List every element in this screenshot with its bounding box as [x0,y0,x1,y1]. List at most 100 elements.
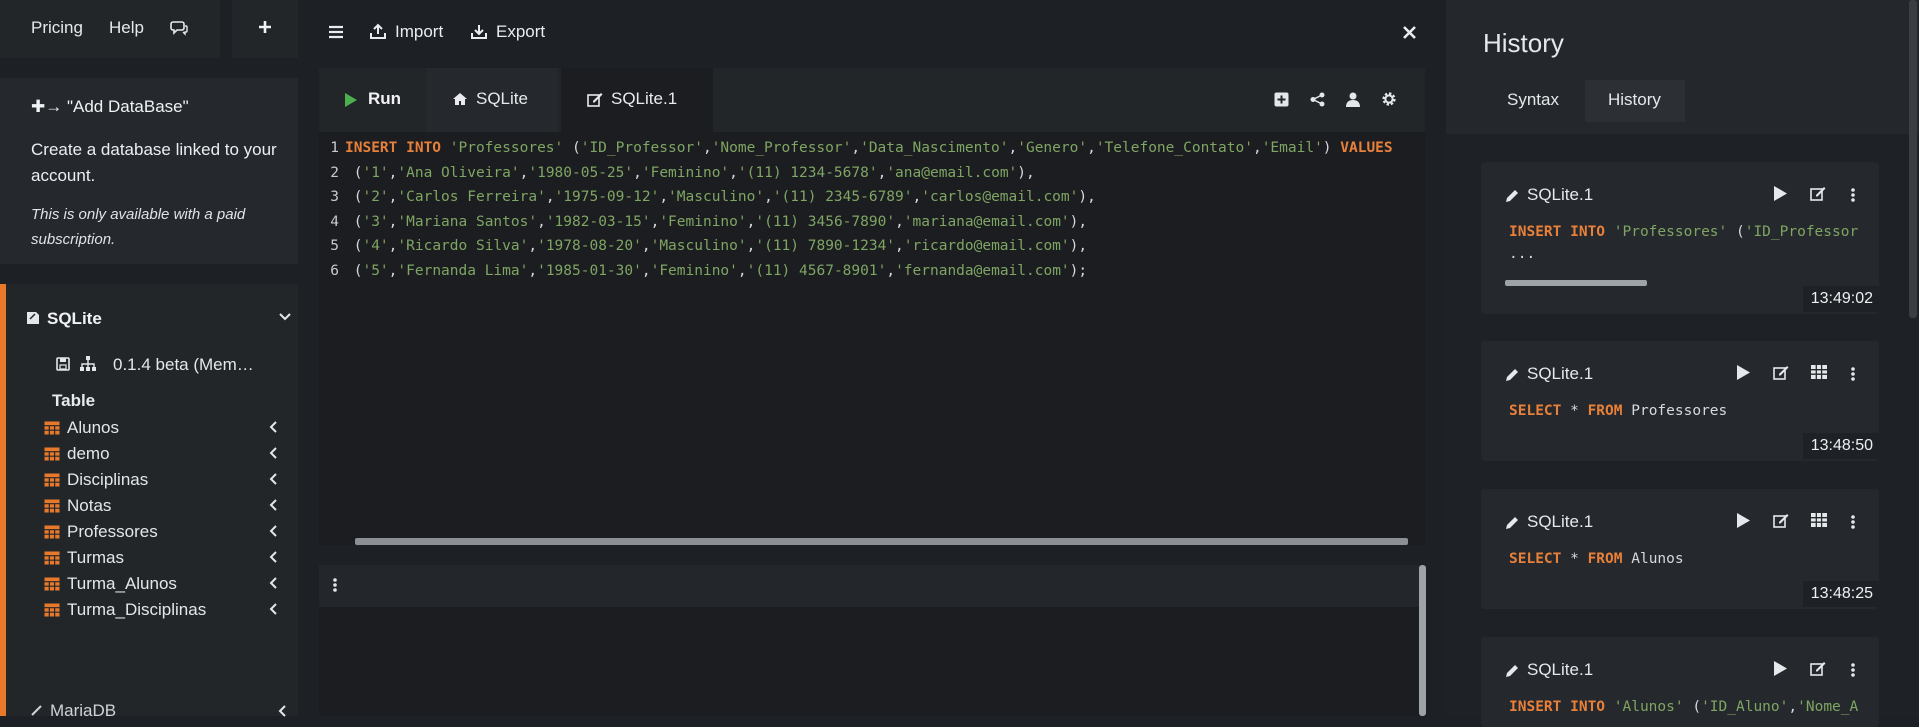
pricing-link[interactable]: Pricing [31,18,83,38]
edit-icon[interactable] [1810,661,1826,676]
tab-sqlite[interactable]: SQLite [426,68,558,132]
code-token: 'Professores' [1613,224,1736,240]
table-view-icon[interactable] [1811,365,1827,379]
code-token: , [702,140,712,156]
add-database-title[interactable]: ✚→ "Add DataBase" [31,97,189,117]
table-item[interactable]: Professores [44,519,294,547]
code-token: '3' [362,213,389,230]
history-item[interactable]: SQLite.1 SELECT * FROM Alunos 13:48:25 [1481,489,1879,609]
database-info: 0.1.4 beta (Mem… [56,354,286,378]
code-line: 5 ('4','Ricardo Silva','1978-08-20','Mas… [319,234,1087,258]
share-icon[interactable] [1310,92,1325,107]
save-icon[interactable] [56,357,70,371]
add-database-description: Create a database linked to your account… [31,140,277,185]
history-scrollbar[interactable] [1909,0,1917,318]
edit-icon[interactable] [1773,513,1789,528]
play-icon[interactable] [1737,513,1750,528]
code-token: 'Ana Oliveira' [397,164,520,181]
run-label: Run [368,89,402,108]
editor-horizontal-scrollbar[interactable] [355,538,1408,545]
code-token: SELECT [1509,403,1571,419]
history-item-time: 13:49:02 [1802,286,1879,312]
code-line: 2 ('1','Ana Oliveira','1980-05-25','Femi… [319,161,1034,185]
code-token: INSERT INTO [1509,699,1614,715]
history-item[interactable]: SQLite.1 INSERT INTO 'Professores' ('ID_P… [1481,162,1879,314]
chevron-left-icon [268,603,278,615]
history-query-ellipsis: ... [1509,246,1536,262]
table-section-header: Table [52,391,96,410]
more-options-icon[interactable] [333,578,337,592]
code-token: 'Ricardo Silva' [397,238,529,254]
line-number: 4 [330,213,339,230]
code-token: ), [1078,189,1096,205]
table-view-icon[interactable] [1811,513,1827,527]
code-token: ), [1069,238,1088,254]
chat-icon[interactable] [170,20,188,36]
code-token: 'Professores' [449,140,572,156]
table-item-label: Disciplinas [67,470,149,489]
code-token: 'ricardo@email.com' [903,238,1070,254]
import-label: Import [395,22,444,41]
schema-icon[interactable] [80,356,96,372]
code-token: '4' [362,238,389,254]
export-label: Export [496,22,546,41]
more-options-icon[interactable] [1851,367,1855,381]
tab-sqlite-1[interactable]: SQLite.1 [561,68,713,132]
chevron-left-icon [268,473,278,485]
settings-gear-icon[interactable] [1381,91,1397,107]
history-item[interactable]: SQLite.1 SELECT * FROM Professores 13:48:5… [1481,341,1879,461]
next-database-header[interactable]: MariaDB [30,701,300,721]
results-vertical-scrollbar[interactable] [1419,565,1426,716]
upload-icon [370,23,386,39]
next-database-name: MariaDB [50,701,117,720]
help-link[interactable]: Help [109,18,144,38]
close-icon[interactable] [1403,26,1416,39]
line-number: 1 [330,140,339,156]
code-token: INSERT INTO [345,140,450,156]
more-options-icon[interactable] [1851,188,1855,202]
code-token: , [1252,140,1262,156]
database-header[interactable]: SQLite [26,306,298,332]
top-nav: Pricing Help [0,0,220,58]
line-number: 6 [330,262,339,279]
run-button[interactable]: Run [319,68,423,132]
table-item[interactable]: Notas [44,493,294,521]
editor-toolbar: Import Export [310,0,1420,64]
history-item-scrollbar[interactable] [1505,280,1647,286]
results-header [319,565,1419,607]
sql-editor[interactable]: 1 INSERT INTO 'Professores' ('ID_Professo… [319,132,1425,545]
code-line: 4 ('3','Mariana Santos','1982-03-15','Fe… [319,210,1087,234]
more-options-icon[interactable] [1851,663,1855,677]
table-item[interactable]: Alunos [44,415,294,443]
tab-syntax[interactable]: Syntax [1483,80,1585,122]
database-name: SQLite [47,309,102,328]
play-icon[interactable] [1774,661,1787,676]
edit-icon[interactable] [1773,365,1789,380]
table-item[interactable]: Turma_Disciplinas [44,597,294,625]
code-token: FROM [1587,551,1632,567]
code-token: 'ID_Aluno' [1701,699,1789,715]
table-item[interactable]: Disciplinas [44,467,294,495]
chevron-left-icon [268,447,278,459]
code-token: '1982-03-15' [545,213,651,230]
table-item-label: Alunos [67,418,119,437]
edit-icon[interactable] [1810,186,1826,201]
code-token: , [641,262,651,279]
code-token: 'Masculino' [668,189,765,205]
user-icon[interactable] [1346,92,1360,107]
tab-history[interactable]: History [1585,80,1685,122]
menu-icon[interactable] [328,25,344,39]
table-item[interactable]: demo [44,441,294,469]
add-button[interactable] [232,0,298,58]
history-item[interactable]: SQLite.1 INSERT INTO 'Alunos' ('ID_Aluno'… [1481,637,1879,727]
more-options-icon[interactable] [1851,515,1855,529]
add-tab-icon[interactable] [1274,92,1289,107]
code-token: 'Feminino' [659,213,747,230]
play-icon[interactable] [1774,186,1787,201]
table-item[interactable]: Turma_Alunos [44,571,294,599]
table-item[interactable]: Turmas [44,545,294,573]
code-token: FROM [1587,403,1632,419]
tab-syntax-label: Syntax [1507,90,1559,109]
play-icon[interactable] [1737,365,1750,380]
chevron-left-icon [268,421,278,433]
